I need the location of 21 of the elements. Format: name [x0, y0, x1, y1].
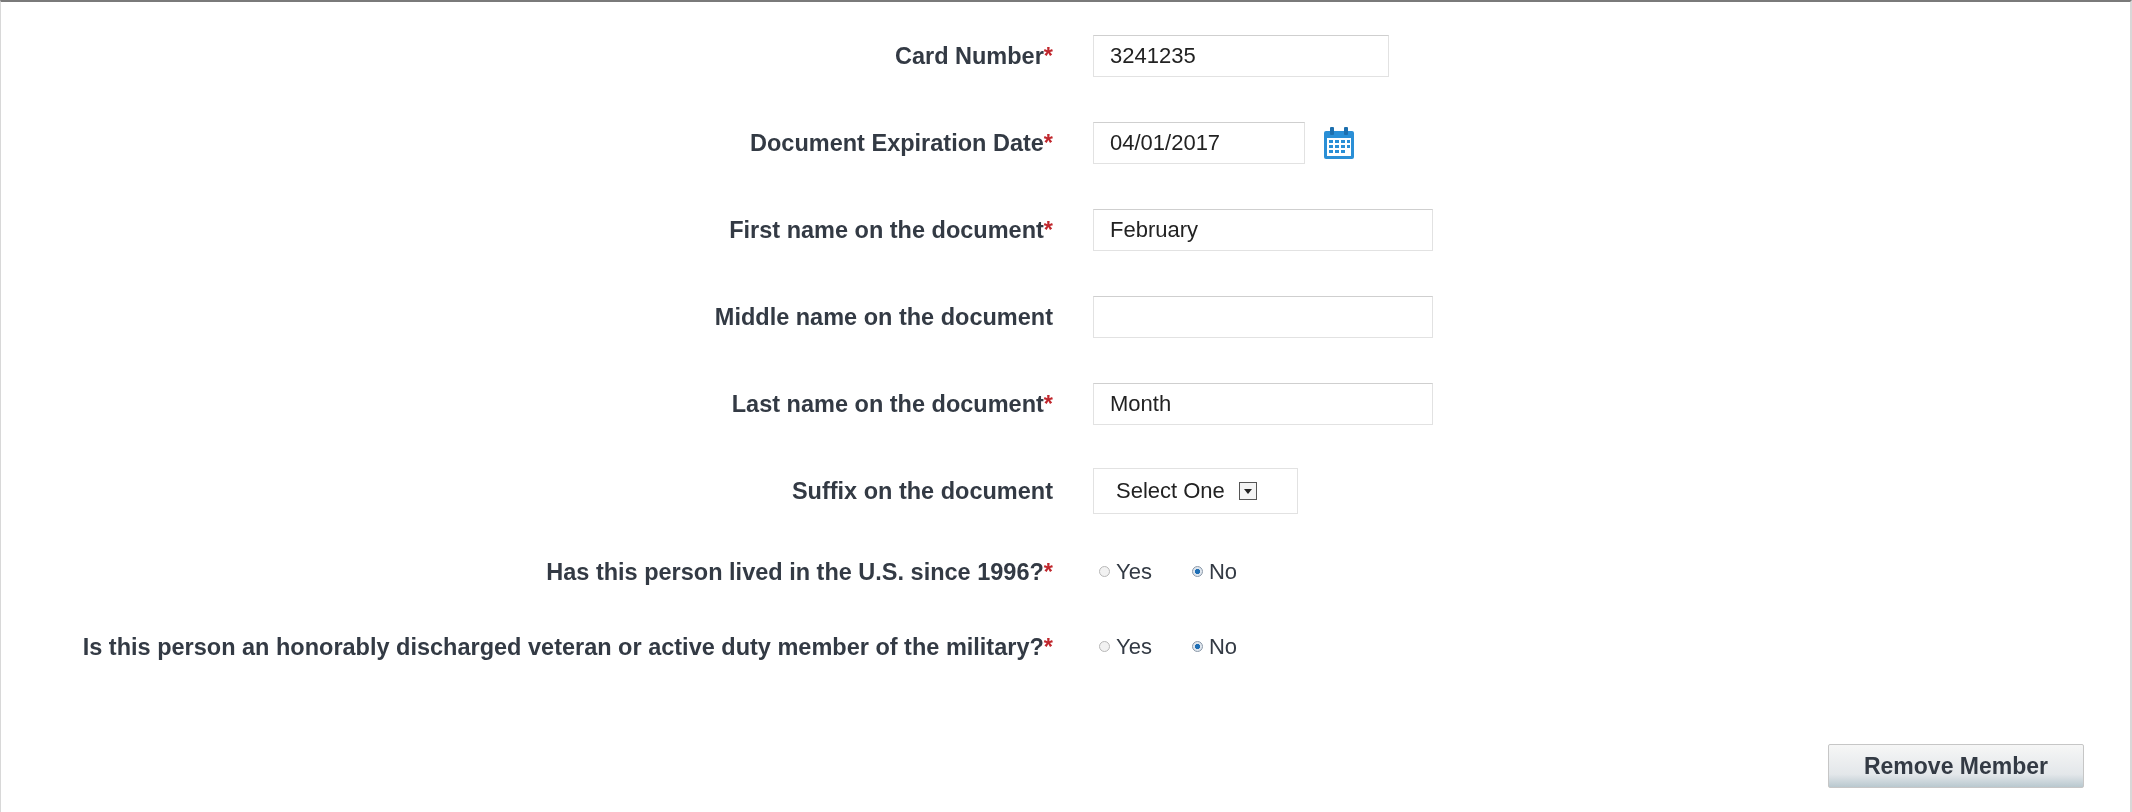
radio-option[interactable]: Yes	[1099, 558, 1152, 585]
field-label: Suffix on the document	[791, 477, 1053, 504]
field-label: Card Number*	[894, 42, 1053, 69]
radio-option[interactable]: No	[1191, 558, 1237, 585]
field-label: Is this person an honorably discharged veteran or active duty member of the military?*	[82, 633, 1053, 660]
calendar-icon[interactable]	[1323, 125, 1355, 160]
remove-member-button[interactable]: Remove Member	[1828, 744, 2084, 788]
input-field[interactable]: 3241235	[1093, 34, 1389, 77]
field-label: Last name on the document*	[731, 390, 1053, 417]
date-field[interactable]: 04/01/2017	[1093, 121, 1305, 164]
field-label: Middle name on the document	[714, 303, 1053, 330]
suffix-dropdown[interactable]: Select One	[1093, 467, 1298, 514]
radio-option[interactable]: Yes	[1099, 633, 1152, 660]
input-field[interactable]: Month	[1093, 382, 1433, 425]
field-label: First name on the document*	[729, 216, 1053, 243]
field-label: Document Expiration Date*	[750, 129, 1053, 156]
field-label: Has this person lived in the U.S. since 1996?*	[546, 558, 1053, 585]
input-field[interactable]: February	[1093, 208, 1433, 251]
caret-icon	[1238, 481, 1257, 500]
input-field[interactable]	[1093, 295, 1433, 338]
radio-option[interactable]: No	[1191, 633, 1237, 660]
